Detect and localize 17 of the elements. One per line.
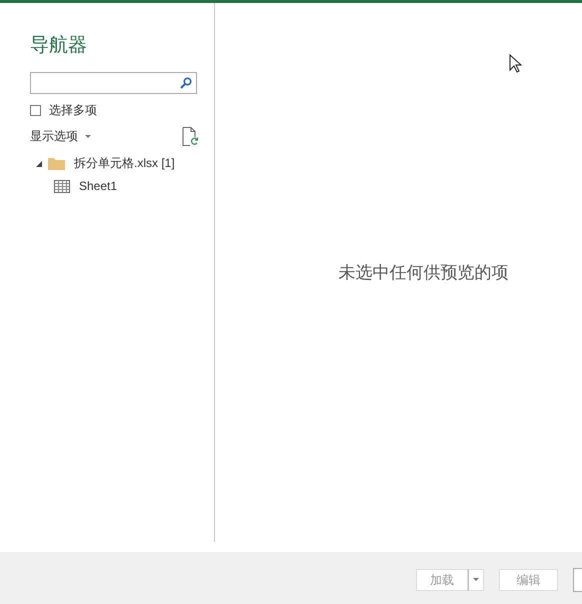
tree-item[interactable]: 拆分单元格.xlsx [1] [74,155,175,172]
caret-icon [85,134,91,138]
search-icon[interactable] [180,77,192,89]
window-title: 导航器 [30,34,88,58]
refresh-document-icon[interactable] [182,127,198,146]
table-icon [54,180,70,192]
caret-icon [473,578,479,582]
checkbox[interactable] [30,105,41,116]
checkbox-label: 选择多项 [49,102,97,119]
expand-arrow-icon[interactable] [36,160,42,166]
search-field[interactable] [30,72,197,94]
folder-icon [48,157,65,170]
empty-preview-message: 未选中任何供预览的项 [338,262,508,284]
load-dropdown-button[interactable] [468,569,484,591]
display-options-dropdown[interactable]: 显示选项 [30,128,91,145]
mouse-cursor-icon [509,54,522,73]
tree-item[interactable]: Sheet1 [79,179,118,193]
